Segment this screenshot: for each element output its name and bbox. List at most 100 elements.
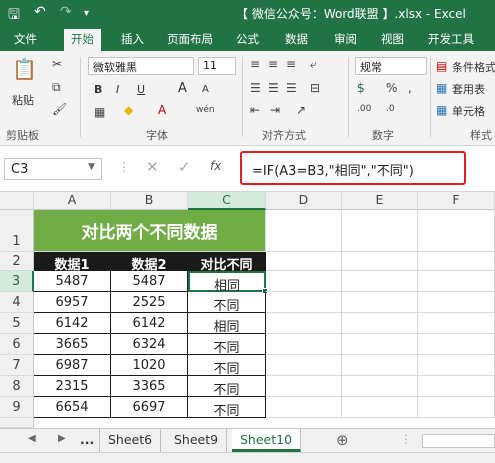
grow-font-button[interactable]: A: [178, 81, 187, 96]
decrease-indent-icon[interactable]: ⇤: [250, 103, 260, 117]
cell-style-icon[interactable]: ▦: [436, 103, 447, 117]
column-header-b[interactable]: B: [111, 192, 188, 210]
sheet-tab-sheet6[interactable]: Sheet6: [99, 429, 162, 452]
cell[interactable]: [266, 210, 342, 252]
align-top-icon[interactable]: ≡: [250, 57, 260, 71]
confirm-icon[interactable]: ✓: [178, 158, 191, 176]
conditional-format-icon[interactable]: ▤: [436, 59, 447, 73]
font-name-select[interactable]: 微软雅黑: [88, 57, 194, 75]
table-cell[interactable]: 6987: [34, 355, 111, 376]
tab-file[interactable]: 文件: [14, 31, 37, 47]
active-cell-c3[interactable]: 相同: [188, 271, 266, 294]
cell[interactable]: [342, 313, 418, 334]
undo-icon[interactable]: ↶: [34, 4, 46, 20]
table-format-icon[interactable]: ▦: [436, 81, 447, 95]
row-header-10[interactable]: [0, 418, 34, 428]
more-sheets-ellipsis[interactable]: ...: [72, 429, 102, 452]
horizontal-scrollbar[interactable]: [422, 434, 495, 448]
merge-center-icon[interactable]: ⊟: [310, 81, 320, 95]
underline-button[interactable]: U: [137, 83, 145, 96]
cell[interactable]: [342, 334, 418, 355]
row-header-2[interactable]: 2: [0, 252, 34, 271]
cut-icon[interactable]: ✂: [52, 57, 62, 71]
column-header-d[interactable]: D: [266, 192, 342, 210]
insert-function-icon[interactable]: fx: [210, 159, 221, 173]
tab-home[interactable]: 开始: [64, 29, 101, 52]
tab-data[interactable]: 数据: [285, 31, 308, 47]
phonetic-icon[interactable]: wén: [196, 105, 215, 115]
cell[interactable]: [418, 292, 495, 313]
fill-color-icon[interactable]: ◆: [124, 103, 133, 117]
table-cell[interactable]: 3365: [111, 376, 188, 397]
sheet-tab-sheet9[interactable]: Sheet9: [166, 429, 228, 452]
border-icon[interactable]: ▦: [94, 105, 105, 119]
orientation-icon[interactable]: ↗: [296, 103, 306, 117]
table-format-button[interactable]: 套用表: [452, 81, 485, 97]
cell[interactable]: [342, 376, 418, 397]
percent-icon[interactable]: %: [386, 81, 397, 95]
conditional-format-button[interactable]: 条件格式: [452, 59, 495, 75]
table-cell[interactable]: 2525: [111, 292, 188, 313]
format-painter-icon[interactable]: 🖌: [52, 102, 67, 116]
cell[interactable]: [342, 210, 418, 252]
row-header-4[interactable]: 4: [0, 292, 34, 313]
cell[interactable]: [266, 334, 342, 355]
cell-style-button[interactable]: 单元格: [452, 103, 485, 119]
column-header-a[interactable]: A: [34, 192, 111, 210]
row-header-7[interactable]: 7: [0, 355, 34, 376]
cell[interactable]: [342, 271, 418, 292]
tab-insert[interactable]: 插入: [121, 31, 144, 47]
decrease-decimal-icon[interactable]: .0: [386, 104, 395, 114]
table-cell[interactable]: 3665: [34, 334, 111, 355]
cell[interactable]: [418, 271, 495, 292]
tab-developer[interactable]: 开发工具: [428, 31, 474, 47]
cell[interactable]: [342, 397, 418, 418]
row-header-6[interactable]: 6: [0, 334, 34, 355]
paste-icon[interactable]: 📋: [12, 57, 37, 81]
align-left-icon[interactable]: ☰: [250, 81, 261, 95]
tab-formulas[interactable]: 公式: [236, 31, 259, 47]
align-bottom-icon[interactable]: ≡: [286, 57, 296, 71]
shrink-font-button[interactable]: A: [202, 84, 209, 95]
header-cell-compare[interactable]: 对比不同: [188, 252, 266, 273]
plus-circle-icon[interactable]: ⊕: [336, 431, 349, 449]
row-header-8[interactable]: 8: [0, 376, 34, 397]
cell[interactable]: [418, 313, 495, 334]
header-cell-data2[interactable]: 数据2: [111, 252, 188, 273]
table-cell[interactable]: 6654: [34, 397, 111, 418]
table-cell[interactable]: 6324: [111, 334, 188, 355]
table-cell[interactable]: 5487: [111, 271, 188, 292]
cell[interactable]: [418, 397, 495, 418]
table-cell[interactable]: 相同: [188, 313, 266, 335]
tab-review[interactable]: 审阅: [334, 31, 357, 47]
increase-indent-icon[interactable]: ⇥: [270, 103, 280, 117]
bold-button[interactable]: B: [94, 83, 102, 96]
paste-label[interactable]: 粘贴: [12, 92, 34, 108]
wrap-text-icon[interactable]: ⤶: [310, 57, 317, 72]
column-header-e[interactable]: E: [342, 192, 418, 210]
tab-view[interactable]: 视图: [381, 31, 404, 47]
cell[interactable]: [266, 271, 342, 292]
header-cell-data1[interactable]: 数据1: [34, 252, 111, 273]
column-header-c[interactable]: C: [188, 192, 266, 210]
sheet-title[interactable]: 对比两个不同数据: [34, 210, 266, 252]
cell[interactable]: [342, 292, 418, 313]
cell[interactable]: [418, 210, 495, 252]
cell[interactable]: [418, 355, 495, 376]
table-cell[interactable]: 6697: [111, 397, 188, 418]
font-color-icon[interactable]: A: [158, 103, 166, 117]
table-cell[interactable]: 6957: [34, 292, 111, 313]
cancel-icon[interactable]: ✕: [146, 158, 159, 176]
table-cell[interactable]: 不同: [188, 334, 266, 356]
table-cell[interactable]: 不同: [188, 376, 266, 398]
cell[interactable]: [266, 292, 342, 313]
table-cell[interactable]: 6142: [111, 313, 188, 334]
comma-style-icon[interactable]: ,: [408, 81, 412, 95]
cell[interactable]: [266, 376, 342, 397]
table-cell[interactable]: 2315: [34, 376, 111, 397]
cell[interactable]: [342, 355, 418, 376]
table-cell[interactable]: 不同: [188, 355, 266, 377]
increase-decimal-icon[interactable]: .00: [357, 104, 371, 114]
table-cell[interactable]: 不同: [188, 292, 266, 314]
table-cell[interactable]: 5487: [34, 271, 111, 292]
